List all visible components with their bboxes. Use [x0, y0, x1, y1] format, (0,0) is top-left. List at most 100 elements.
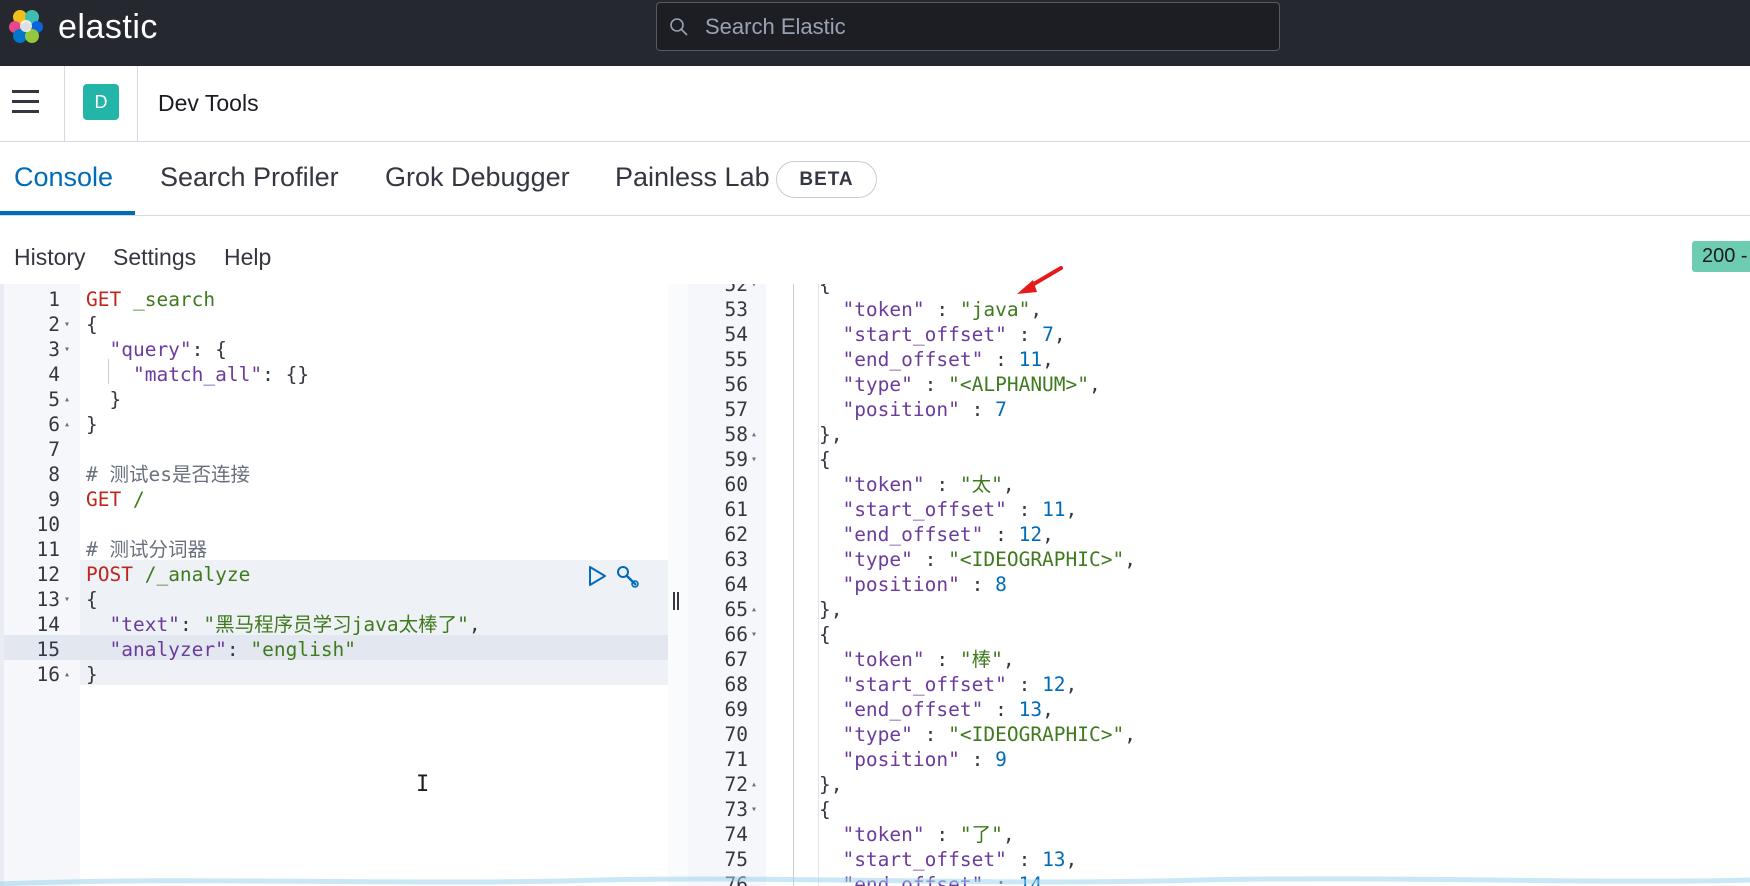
- fold-collapse-icon[interactable]: ▾: [751, 284, 757, 297]
- code-line[interactable]: 12 POST /_analyze: [0, 562, 668, 587]
- line-number: 56: [724, 373, 748, 396]
- code-line[interactable]: 66 ▾ {: [688, 622, 1750, 647]
- line-number: 67: [724, 648, 748, 671]
- line-number: 55: [724, 348, 748, 371]
- line-number: 54: [724, 323, 748, 346]
- code-line[interactable]: 10: [0, 512, 668, 537]
- code-text: "start_offset" : 12,: [842, 673, 1078, 696]
- code-line[interactable]: 52 ▾ {: [688, 284, 1750, 297]
- code-line[interactable]: 57 "position" : 7: [688, 397, 1750, 422]
- code-line[interactable]: 60 "token" : "太",: [688, 472, 1750, 497]
- line-number: 11: [36, 538, 60, 561]
- response-editor[interactable]: 52 ▾ {53 "token" : "java", 54 "start_offse…: [688, 284, 1750, 886]
- code-line[interactable]: 54 "start_offset" : 7,: [688, 322, 1750, 347]
- top-header: elastic: [0, 0, 1750, 66]
- code-line[interactable]: 3 ▾ "query": {: [0, 337, 668, 362]
- fold-collapse-icon[interactable]: ▾: [751, 447, 757, 472]
- code-line[interactable]: 4 "match_all": {}: [0, 362, 668, 387]
- code-line[interactable]: 53 "token" : "java",: [688, 297, 1750, 322]
- code-line[interactable]: 14 "text": "黑马程序员学习java太棒了",: [0, 612, 668, 637]
- code-text: {: [86, 313, 98, 336]
- history-link[interactable]: History: [14, 244, 86, 271]
- elastic-logo-icon[interactable]: [6, 6, 46, 46]
- code-line[interactable]: 6 ▴}: [0, 412, 668, 437]
- tab-painless-lab[interactable]: Painless Lab: [615, 162, 770, 193]
- console-toolbar: History Settings Help: [0, 216, 1750, 284]
- code-line[interactable]: 15 "analyzer": "english": [0, 637, 668, 662]
- code-text: "type" : "<IDEOGRAPHIC>",: [842, 548, 1136, 571]
- line-number: 13: [36, 588, 60, 611]
- code-line[interactable]: 5 ▴ }: [0, 387, 668, 412]
- settings-link[interactable]: Settings: [113, 244, 196, 271]
- line-number: 61: [724, 498, 748, 521]
- code-line[interactable]: 8 # 测试es是否连接: [0, 462, 668, 487]
- code-line[interactable]: 9 GET /: [0, 487, 668, 512]
- code-line[interactable]: 63 "type" : "<IDEOGRAPHIC>",: [688, 547, 1750, 572]
- fold-expand-icon[interactable]: ▴: [751, 597, 757, 622]
- line-number: 69: [724, 698, 748, 721]
- code-line[interactable]: 56 "type" : "<ALPHANUM>",: [688, 372, 1750, 397]
- code-line[interactable]: 13 ▾ {: [0, 587, 668, 612]
- code-line[interactable]: 7: [0, 437, 668, 462]
- code-line[interactable]: 72 ▴ },: [688, 772, 1750, 797]
- request-editor[interactable]: 1 GET _search 2 ▾{3 ▾ "query": {4 "match_all…: [0, 284, 668, 886]
- fold-expand-icon[interactable]: ▴: [751, 772, 757, 797]
- code-text: {: [772, 623, 831, 646]
- beta-badge: BETA: [776, 161, 877, 198]
- code-line[interactable]: 71 "position" : 9: [688, 747, 1750, 772]
- code-line[interactable]: 69 "end_offset" : 13,: [688, 697, 1750, 722]
- code-line[interactable]: 2 ▾ {: [0, 312, 668, 337]
- space-avatar[interactable]: D: [83, 84, 119, 120]
- fold-collapse-icon[interactable]: ▾: [64, 337, 70, 362]
- help-link[interactable]: Help: [224, 244, 271, 271]
- line-number: 75: [724, 848, 748, 871]
- global-search[interactable]: [656, 2, 1280, 51]
- code-line[interactable]: 59 ▾ {: [688, 447, 1750, 472]
- search-input[interactable]: [705, 11, 1265, 43]
- code-text: }: [86, 413, 98, 436]
- pane-resizer[interactable]: [668, 284, 688, 886]
- tab-grok-debugger[interactable]: Grok Debugger: [385, 162, 570, 193]
- code-line[interactable]: 62 "end_offset" : 12,: [688, 522, 1750, 547]
- tab-search-profiler[interactable]: Search Profiler: [160, 162, 339, 193]
- code-line[interactable]: 61 "start_offset" : 11,: [688, 497, 1750, 522]
- line-number: 7: [48, 438, 60, 461]
- fold-collapse-icon[interactable]: ▾: [751, 797, 757, 822]
- code-line[interactable]: 67 "token" : "棒",: [688, 647, 1750, 672]
- code-line[interactable]: 58 ▴ },: [688, 422, 1750, 447]
- search-icon: [670, 18, 688, 36]
- line-number: 72: [724, 773, 748, 796]
- code-line[interactable]: 55 "end_offset" : 11,: [688, 347, 1750, 372]
- dev-tools-tabs: Console Search Profiler Grok Debugger Pa…: [0, 142, 1750, 216]
- tab-console[interactable]: Console: [14, 162, 113, 193]
- code-text: "type" : "<ALPHANUM>",: [842, 373, 1101, 396]
- line-number: 74: [724, 823, 748, 846]
- code-text: # 测试es是否连接: [86, 463, 250, 486]
- hamburger-menu-icon[interactable]: [12, 90, 42, 116]
- code-line[interactable]: 65 ▴ },: [688, 597, 1750, 622]
- fold-expand-icon[interactable]: ▴: [64, 662, 70, 687]
- code-text: "position" : 7: [842, 398, 1007, 421]
- code-line[interactable]: 70 "type" : "<IDEOGRAPHIC>",: [688, 722, 1750, 747]
- fold-expand-icon[interactable]: ▴: [751, 422, 757, 447]
- fold-collapse-icon[interactable]: ▾: [751, 622, 757, 647]
- wrench-icon[interactable]: [617, 566, 639, 588]
- code-line[interactable]: 1 GET _search: [0, 287, 668, 312]
- brand-name[interactable]: elastic: [58, 8, 158, 47]
- code-text: "position" : 9: [842, 748, 1007, 771]
- resizer-grip-icon: [673, 592, 681, 610]
- fold-expand-icon[interactable]: ▴: [64, 412, 70, 437]
- line-number: 16: [36, 663, 60, 686]
- fold-collapse-icon[interactable]: ▾: [64, 587, 70, 612]
- line-number: 6: [48, 413, 60, 436]
- code-line[interactable]: 68 "start_offset" : 12,: [688, 672, 1750, 697]
- code-line[interactable]: 74 "token" : "了",: [688, 822, 1750, 847]
- fold-collapse-icon[interactable]: ▾: [64, 312, 70, 337]
- code-line[interactable]: 75 "start_offset" : 13,: [688, 847, 1750, 872]
- code-line[interactable]: 73 ▾ {: [688, 797, 1750, 822]
- fold-expand-icon[interactable]: ▴: [64, 387, 70, 412]
- code-line[interactable]: 16 ▴}: [0, 662, 668, 687]
- play-icon[interactable]: [589, 566, 606, 586]
- code-line[interactable]: 64 "position" : 8: [688, 572, 1750, 597]
- code-line[interactable]: 11 # 测试分词器: [0, 537, 668, 562]
